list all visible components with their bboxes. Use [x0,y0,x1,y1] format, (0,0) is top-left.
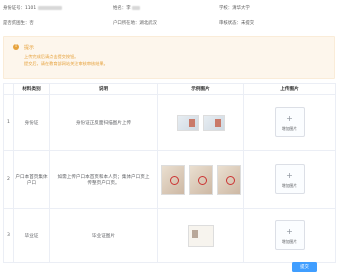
school-value: 清华大学 [232,6,250,11]
row-index: 1 [3,94,14,151]
hukou-location-field: 户口所在地：湖北武汉 [113,20,157,26]
row-description: 身份证正反面扫描图片上传 [49,94,158,151]
id-number-field: 身份证号：1101 [3,5,62,11]
warning-icon: ! [13,44,19,50]
add-image-button[interactable]: + 增加图片 [274,106,305,137]
redacted-name [132,5,140,10]
upload-cell: + 增加图片 [243,94,336,151]
table-row: 3 毕业证 毕业证图片 + 增加图片 [3,208,336,263]
submit-button[interactable]: 提交 [292,262,317,272]
review-status-field: 审核状态：未提交 [219,20,254,26]
hukou-location-value: 湖北武汉 [139,21,157,26]
row-description: 毕业证图片 [49,208,158,263]
table-row: 1 身份证 身份证正反面扫描图片上传 + 增加图片 [3,94,336,151]
poor-student-label: 是否贫困生： [3,21,30,26]
id-number-label: 身份证号： [3,6,25,11]
materials-table: 材料类别 说明 示例图片 上传图片 1 身份证 身份证正反面扫描图片上传 + 增… [3,83,336,263]
row-index: 2 [3,150,14,209]
upload-cell: + 增加图片 [243,208,336,263]
notice-line: 上传完成后请点击提交按钮。 [24,54,79,59]
add-image-button[interactable]: + 增加图片 [274,163,305,194]
review-status-label: 审核状态： [219,21,241,26]
poor-student-field: 是否贫困生：否 [3,20,34,26]
school-label: 学校： [219,6,233,11]
example-images [157,150,244,209]
plus-icon: + [286,170,293,180]
name-label: 姓名： [113,6,127,11]
table-row: 2 户口本首页集体户口 如需上传户口本首页和本人页；集体户口页上传整页户口页。 … [3,150,336,209]
hukou-location-label: 户口所在地： [113,21,140,26]
redacted-id-digits [37,5,62,10]
name-value: 李 [126,6,131,11]
id-card-front-example-image[interactable] [176,114,199,131]
review-status-value: 未提交 [240,21,255,26]
school-field: 学校：清华大学 [219,5,250,11]
header-index [3,83,14,95]
add-image-label: 增加图片 [281,182,298,188]
row-category: 身份证 [13,94,50,151]
graduation-certificate-example-image[interactable] [187,224,214,247]
add-image-label: 增加图片 [281,125,298,131]
hukou-example-image[interactable] [216,164,241,195]
add-image-label: 增加图片 [281,238,298,244]
notice-line: 提交后，请在教育部网站关注审核审核结果。 [24,61,108,66]
row-description: 如需上传户口本首页和本人页；集体户口页上传整页户口页。 [49,150,158,209]
header-category: 材料类别 [13,83,50,95]
poor-student-value: 否 [29,21,34,26]
upload-cell: + 增加图片 [243,150,336,209]
example-images [157,208,244,263]
header-example-images: 示例图片 [157,83,244,95]
header-description: 说明 [49,83,158,95]
add-image-button[interactable]: + 增加图片 [274,219,305,250]
notice-title: 提示 [24,45,35,51]
plus-icon: + [286,113,293,123]
row-category: 毕业证 [13,208,50,263]
hukou-example-image[interactable] [188,164,213,195]
example-images [157,94,244,151]
header-upload-images: 上传图片 [243,83,336,95]
name-field: 姓名：李 [113,5,140,11]
table-header-row: 材料类别 说明 示例图片 上传图片 [3,83,336,95]
id-card-back-example-image[interactable] [202,114,225,131]
plus-icon: + [286,226,293,236]
id-number-value: 1101 [24,6,37,11]
notice-alert: ! 提示 上传完成后请点击提交按钮。 提交后，请在教育部网站关注审核审核结果。 [3,36,335,79]
hukou-example-image[interactable] [160,164,185,195]
row-category: 户口本首页集体户口 [13,150,50,209]
row-index: 3 [3,208,14,263]
